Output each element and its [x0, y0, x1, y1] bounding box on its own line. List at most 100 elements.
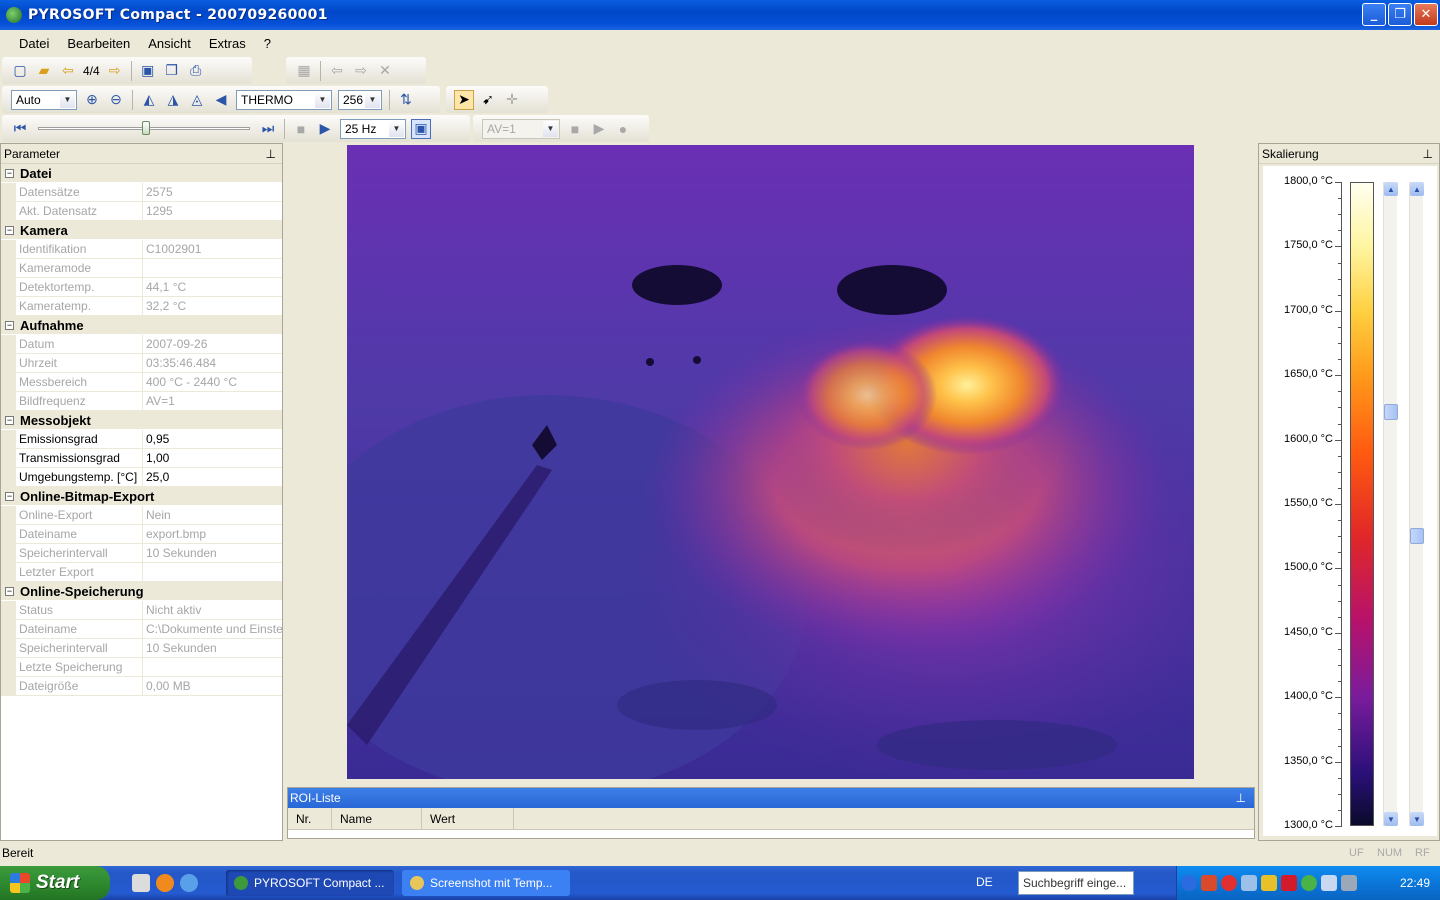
property-row[interactable]: Transmissionsgrad 1,00 [1, 449, 282, 468]
tray-utility-icon[interactable] [1261, 875, 1277, 891]
slider-thumb[interactable] [142, 120, 150, 135]
scroll-down-icon[interactable]: ▼ [1384, 812, 1398, 826]
property-row[interactable]: Dateiname C:\Dokumente und Einste [1, 620, 282, 639]
column-header-wert[interactable]: Wert [422, 808, 514, 829]
save-icon[interactable]: ▣ [138, 61, 158, 81]
frequency-select[interactable]: 25 Hz ▼ [340, 118, 406, 139]
scroll-down-icon[interactable]: ▼ [1410, 812, 1424, 826]
property-row[interactable]: Dateigröße 0,00 MB [1, 677, 282, 696]
m-app-icon[interactable] [1281, 875, 1297, 891]
next-file-icon[interactable]: ⇨ [105, 61, 125, 81]
firefox-icon[interactable] [156, 874, 174, 892]
property-row[interactable]: Umgebungstemp. [°C] 25,0 [1, 468, 282, 487]
crosshair-icon[interactable]: ✛ [502, 90, 522, 110]
property-row[interactable]: Detektortemp. 44,1 °C [1, 278, 282, 297]
previous-file-icon[interactable]: ⇦ [58, 61, 78, 81]
category-header[interactable]: − Kamera [1, 221, 282, 240]
pointer-icon[interactable]: ➤ [454, 89, 474, 110]
property-row[interactable]: Kameratemp. 32,2 °C [1, 297, 282, 316]
task-pyrosoft[interactable]: PYROSOFT Compact ... [226, 870, 394, 896]
category-header[interactable]: − Aufnahme [1, 316, 282, 335]
collapse-icon[interactable]: − [5, 320, 14, 330]
play-icon[interactable]: ▶ [315, 119, 335, 139]
property-row[interactable]: Messbereich 400 °C - 2440 °C [1, 373, 282, 392]
collapse-icon[interactable]: − [5, 586, 14, 596]
property-row[interactable]: Emissionsgrad 0,95 [1, 430, 282, 449]
security-icon[interactable] [1221, 875, 1237, 891]
stop-icon[interactable]: ■ [291, 119, 311, 139]
category-header[interactable]: − Messobjekt [1, 411, 282, 430]
property-row[interactable]: Speicherintervall 10 Sekunden [1, 639, 282, 658]
menu-datei[interactable]: Datei [19, 36, 49, 51]
collapse-icon[interactable]: − [5, 415, 14, 425]
open-folder-icon[interactable]: ▰ [34, 61, 54, 81]
rotate-right-icon[interactable]: ◮ [163, 90, 183, 110]
browser-icon[interactable] [180, 874, 198, 892]
property-row[interactable]: Uhrzeit 03:35:46.484 [1, 354, 282, 373]
record-mode-icon[interactable]: ▣ [411, 118, 431, 139]
menu-extras[interactable]: Extras [209, 36, 246, 51]
lower-limit-thumb[interactable] [1410, 528, 1424, 544]
minimize-button[interactable]: _ [1362, 3, 1386, 26]
snapshot-icon[interactable]: ▦ [294, 61, 314, 81]
column-header-nr[interactable]: Nr. [288, 808, 332, 829]
first-frame-icon[interactable]: ⏮ [10, 119, 30, 139]
lower-limit-scrollbar[interactable]: ▲ ▼ [1409, 182, 1424, 826]
colors-select[interactable]: 256 ▼ [338, 89, 382, 110]
menu-help[interactable]: ? [264, 36, 271, 51]
start-button[interactable]: Start [0, 866, 110, 900]
upper-limit-thumb[interactable] [1384, 404, 1398, 420]
property-row[interactable]: Letzte Speicherung [1, 658, 282, 677]
delete-icon[interactable]: ✕ [375, 61, 395, 81]
property-row[interactable]: Online-Export Nein [1, 506, 282, 525]
property-row[interactable]: Identifikation C1002901 [1, 240, 282, 259]
maximize-button[interactable]: ❐ [1388, 3, 1412, 26]
property-row[interactable]: Letzter Export [1, 563, 282, 582]
desktop-search-input[interactable]: Suchbegriff einge... [1018, 871, 1134, 895]
collapse-icon[interactable]: − [5, 491, 14, 501]
tray-app-icon[interactable] [1201, 875, 1217, 891]
display-icon[interactable] [1341, 875, 1357, 891]
pin-icon[interactable]: ⊥ [1236, 791, 1246, 805]
back-arrow-icon[interactable]: ⇦ [327, 61, 347, 81]
pin-icon[interactable]: ⊥ [266, 147, 276, 161]
rotate-left-icon[interactable]: ◭ [139, 90, 159, 110]
add-roi-pointer-icon[interactable]: ➹ [478, 90, 498, 110]
category-header[interactable]: − Online-Speicherung [1, 582, 282, 601]
property-row[interactable]: Datum 2007-09-26 [1, 335, 282, 354]
thermal-image[interactable] [347, 145, 1194, 779]
frame-slider[interactable] [38, 119, 250, 139]
language-indicator[interactable]: DE [976, 875, 993, 889]
copy-icon[interactable]: ❐ [162, 61, 182, 81]
close-button[interactable]: ✕ [1414, 3, 1438, 26]
task-screenshot[interactable]: Screenshot mit Temp... [402, 870, 570, 896]
collapse-icon[interactable]: − [5, 168, 14, 178]
averaging-select[interactable]: AV=1 ▼ [482, 118, 560, 139]
menu-bearbeiten[interactable]: Bearbeiten [67, 36, 130, 51]
collapse-icon[interactable]: − [5, 225, 14, 235]
scroll-up-icon[interactable]: ▲ [1384, 182, 1398, 196]
property-row[interactable]: Dateiname export.bmp [1, 525, 282, 544]
flip-vertical-icon[interactable]: ◀ [211, 90, 231, 110]
menu-ansicht[interactable]: Ansicht [148, 36, 191, 51]
property-value[interactable]: 0,95 [143, 430, 282, 448]
show-desktop-icon[interactable] [132, 874, 150, 892]
camera-record-icon[interactable]: ● [613, 119, 633, 139]
wireless-icon[interactable] [1321, 875, 1337, 891]
camera-play-icon[interactable]: ▶ [589, 119, 609, 139]
property-row[interactable]: Bildfrequenz AV=1 [1, 392, 282, 411]
upper-limit-scrollbar[interactable]: ▲ ▼ [1383, 182, 1398, 826]
forward-arrow-icon[interactable]: ⇨ [351, 61, 371, 81]
property-row[interactable]: Status Nicht aktiv [1, 601, 282, 620]
category-header[interactable]: − Datei [1, 164, 282, 183]
last-frame-icon[interactable]: ⏭ [258, 119, 278, 139]
property-row[interactable]: Akt. Datensatz 1295 [1, 202, 282, 221]
zoom-out-icon[interactable]: ⊖ [106, 90, 126, 110]
zoom-mode-select[interactable]: Auto ▼ [11, 89, 77, 110]
scale-range-icon[interactable]: ⇅ [396, 90, 416, 110]
column-header-name[interactable]: Name [332, 808, 422, 829]
network-icon[interactable] [1241, 875, 1257, 891]
property-value[interactable]: 25,0 [143, 468, 282, 486]
scroll-up-icon[interactable]: ▲ [1410, 182, 1424, 196]
tray-expand-icon[interactable] [1181, 875, 1197, 891]
